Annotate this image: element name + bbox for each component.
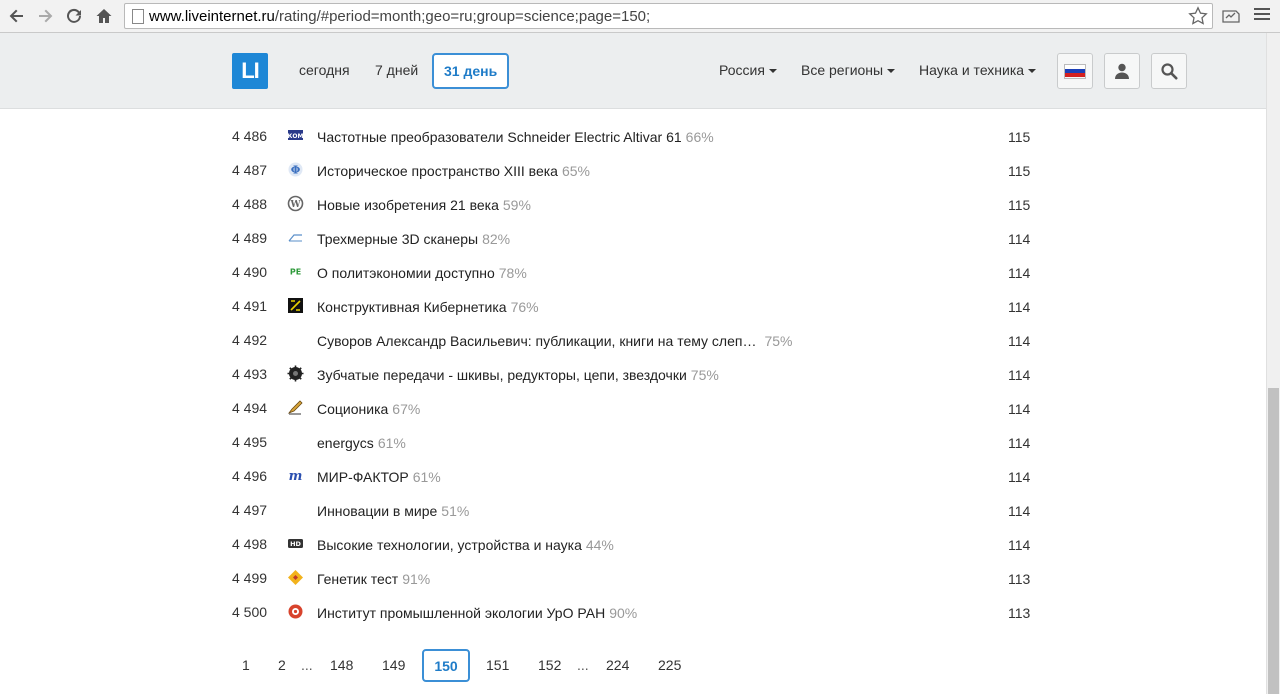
table-row: 4 497 Инновации в мире 51% 114 (232, 502, 1031, 519)
page-ellipsis: ... (577, 657, 589, 673)
site-title-link[interactable]: Инновации в мире 51% (317, 503, 469, 519)
site-title-link[interactable]: Зубчатые передачи - шкивы, редукторы, це… (317, 367, 719, 383)
country-dropdown[interactable]: Россия (719, 62, 777, 78)
vertical-scrollbar[interactable] (1266, 33, 1280, 694)
site-title-link[interactable]: МИР-ФАКТОР 61% (317, 469, 441, 485)
period-today[interactable]: сегодня (299, 62, 350, 78)
pe-icon: PE (287, 263, 304, 280)
home-icon[interactable] (93, 6, 115, 26)
back-arrow-icon[interactable] (6, 6, 28, 26)
url-text[interactable]: www.liveinternet.ru/rating/#period=month… (149, 8, 650, 25)
forward-arrow-icon[interactable] (34, 6, 56, 26)
page-ellipsis: ... (301, 657, 313, 673)
browser-toolbar: www.liveinternet.ru/rating/#period=month… (0, 0, 1280, 33)
cybernetics-icon (287, 297, 304, 314)
site-title-link[interactable]: Генетик тест 91% (317, 571, 430, 587)
table-row: 4 491 Конструктивная Кибернетика 76% 114 (232, 297, 1031, 315)
table-row: 4 492 Суворов Александр Васильевич: публ… (232, 332, 1031, 349)
search-button[interactable] (1151, 53, 1187, 89)
user-icon (1115, 63, 1129, 79)
table-row: 4 488 W Новые изобретения 21 века 59% 115 (232, 195, 1031, 213)
liveinternet-logo[interactable]: LI (232, 53, 268, 89)
diamond-icon (287, 569, 304, 586)
svg-text:PE: PE (290, 268, 301, 277)
book-icon: КОМ (287, 127, 304, 144)
site-title-link[interactable]: Суворов Александр Васильевич: публикации… (317, 333, 793, 349)
bookmark-star-icon[interactable] (1188, 6, 1208, 26)
circle-logo-icon (287, 603, 304, 620)
page-link[interactable]: 148 (330, 657, 353, 673)
period-7-days[interactable]: 7 дней (375, 62, 418, 78)
extension-icon[interactable] (1220, 6, 1242, 26)
site-title-link[interactable]: Частотные преобразователи Schneider Elec… (317, 129, 714, 145)
site-title-link[interactable]: energycs 61% (317, 435, 406, 451)
caret-down-icon (1028, 69, 1037, 74)
caret-down-icon (887, 69, 896, 74)
table-row: 4 496 m МИР-ФАКТОР 61% 114 (232, 467, 1031, 485)
page-link[interactable]: 1 (242, 657, 250, 673)
table-row: 4 494 Соционика 67% 114 (232, 399, 1031, 417)
phi-icon: Φ (287, 161, 304, 178)
site-title-link[interactable]: Конструктивная Кибернетика 76% (317, 299, 539, 315)
table-row: 4 486 КОМ Частотные преобразователи Schn… (232, 127, 1031, 145)
table-row: 4 490 PE О политэкономии доступно 78% 114 (232, 263, 1031, 281)
page-link[interactable]: 152 (538, 657, 561, 673)
svg-text:W: W (289, 200, 301, 210)
browser-menu-icon[interactable] (1254, 8, 1270, 24)
period-31-days[interactable]: 31 день (432, 53, 510, 89)
table-row: 4 495 energycs 61% 114 (232, 434, 1031, 451)
scrollbar-thumb[interactable] (1268, 388, 1279, 694)
caret-down-icon (768, 69, 777, 74)
region-dropdown[interactable]: Все регионы (801, 62, 896, 78)
table-row: 4 500 Институт промышленной экологии УрО… (232, 603, 1031, 621)
search-icon (1161, 63, 1178, 80)
m-icon: m (287, 467, 304, 484)
pen-icon (287, 399, 304, 416)
scanner-icon (287, 229, 304, 246)
svg-text:Φ: Φ (291, 164, 301, 177)
site-title-link[interactable]: Институт промышленной экологии УрО РАН 90… (317, 605, 637, 621)
table-row: 4 487 Φ Историческое пространство XIII в… (232, 161, 1031, 179)
site-title-link[interactable]: Трехмерные 3D сканеры 82% (317, 231, 510, 247)
site-header: LI сегодня 7 дней 31 день Россия Все рег… (0, 33, 1266, 109)
page-link-current[interactable]: 150 (422, 649, 470, 682)
page-link[interactable]: 2 (278, 657, 286, 673)
svg-text:HD: HD (290, 540, 301, 548)
site-title-link[interactable]: Высокие технологии, устройства и наука 44… (317, 537, 614, 553)
wordpress-icon: W (287, 195, 304, 212)
site-title-link[interactable]: О политэкономии доступно 78% (317, 265, 527, 281)
table-row: 4 489 Трехмерные 3D сканеры 82% 114 (232, 229, 1031, 247)
site-title-link[interactable]: Новые изобретения 21 века 59% (317, 197, 531, 213)
category-dropdown[interactable]: Наука и техника (919, 62, 1037, 78)
svg-text:КОМ: КОМ (288, 133, 304, 140)
table-row: 4 499 Генетик тест 91% 113 (232, 569, 1031, 587)
reload-icon[interactable] (63, 6, 85, 26)
page-link[interactable]: 151 (486, 657, 509, 673)
site-title-link[interactable]: Соционика 67% (317, 401, 420, 417)
russia-flag-icon (1064, 63, 1086, 79)
page-link[interactable]: 224 (606, 657, 629, 673)
page-icon (132, 9, 144, 24)
user-button[interactable] (1104, 53, 1140, 89)
page-link[interactable]: 225 (658, 657, 681, 673)
table-row: 4 498 HD Высокие технологии, устройства … (232, 535, 1031, 553)
hd-icon: HD (287, 535, 304, 552)
address-bar[interactable]: www.liveinternet.ru/rating/#period=month… (124, 3, 1213, 29)
site-title-link[interactable]: Историческое пространство XIII века 65% (317, 163, 590, 179)
svg-text:m: m (289, 469, 303, 484)
table-row: 4 493 Зубчатые передачи - шкивы, редукто… (232, 365, 1031, 383)
page-link[interactable]: 149 (382, 657, 405, 673)
pagination: 1 2 ... 148 149 150 151 152 ... 224 225 (0, 649, 1266, 682)
gear-icon (287, 365, 304, 382)
language-flag-button[interactable] (1057, 53, 1093, 89)
